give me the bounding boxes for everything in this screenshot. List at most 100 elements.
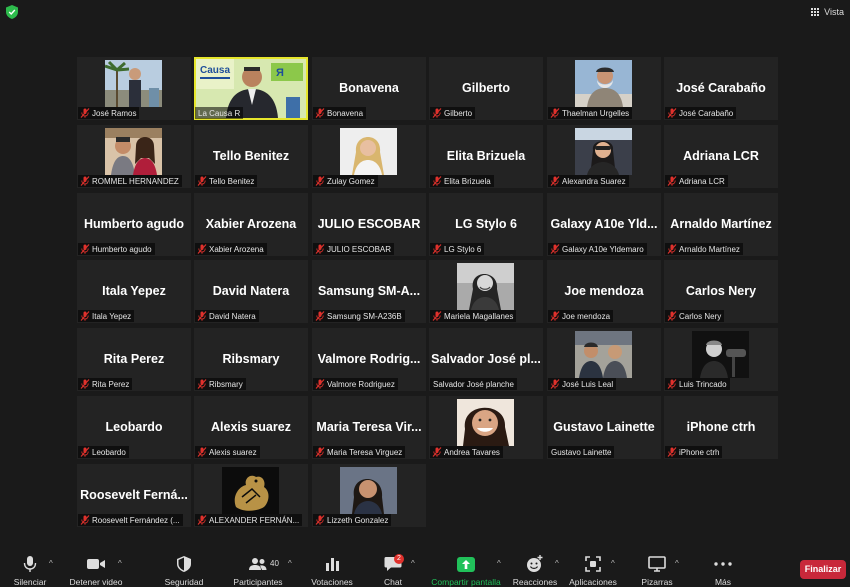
participant-tile[interactable]: Bonavena Bonavena xyxy=(312,57,426,120)
participant-name-bar: Gilberto xyxy=(430,107,476,119)
mute-button[interactable]: Silenciar xyxy=(10,547,50,587)
stop-video-button[interactable]: Detener video xyxy=(67,547,125,587)
whiteboards-options-caret-icon[interactable]: ^ xyxy=(675,559,679,568)
participants-icon xyxy=(249,558,267,570)
participant-tile[interactable]: Joe mendoza Joe mendoza xyxy=(547,260,661,323)
participant-tile[interactable]: JULIO ESCOBAR JULIO ESCOBAR xyxy=(312,193,426,256)
participant-tile[interactable]: Andrea Tavares xyxy=(429,396,543,459)
participant-tile[interactable]: Adriana LCR Adriana LCR xyxy=(664,125,778,188)
svg-text:Я: Я xyxy=(276,67,284,79)
share-screen-button[interactable]: Compartir pantalla xyxy=(428,547,504,587)
chat-options-caret-icon[interactable]: ^ xyxy=(411,559,415,568)
chat-label: Chat xyxy=(384,577,402,587)
participant-tile[interactable]: Alexis suarez Alexis suarez xyxy=(194,396,308,459)
participant-tile[interactable]: Valmore Rodrig... Valmore Rodriguez xyxy=(312,328,426,391)
video-options-caret-icon[interactable]: ^ xyxy=(118,559,122,568)
participant-tile[interactable]: Alexandra Suarez xyxy=(547,125,661,188)
reactions-button[interactable]: Reacciones xyxy=(512,547,558,587)
participant-tile[interactable]: Luis Trincado xyxy=(664,328,778,391)
participant-name-label: Rita Perez xyxy=(92,379,130,389)
participant-tile[interactable]: David Natera David Natera xyxy=(194,260,308,323)
end-meeting-button[interactable]: Finalizar xyxy=(800,560,846,579)
security-button[interactable]: Seguridad xyxy=(162,547,206,587)
participant-video xyxy=(105,60,162,107)
participant-video xyxy=(340,467,397,514)
participant-video xyxy=(457,399,514,446)
participant-name-bar: Bonavena xyxy=(313,107,367,119)
participant-display-name: Tello Benitez xyxy=(212,149,290,163)
participant-tile[interactable]: Ribsmary Ribsmary xyxy=(194,328,308,391)
share-options-caret-icon[interactable]: ^ xyxy=(497,559,501,568)
participant-tile[interactable]: Roosevelt Ferná... Roosevelt Fernández (.… xyxy=(77,464,191,527)
participant-tile[interactable]: Tello Benitez Tello Benitez xyxy=(194,125,308,188)
participant-tile[interactable]: iPhone ctrh iPhone ctrh xyxy=(664,396,778,459)
participant-tile[interactable]: Leobardo Leobardo xyxy=(77,396,191,459)
muted-microphone-icon xyxy=(315,108,325,118)
participant-name-label: Maria Teresa Virguez xyxy=(327,447,403,457)
participant-tile[interactable]: José Carabaño José Carabaño xyxy=(664,57,778,120)
participant-display-name: Xabier Arozena xyxy=(205,217,297,231)
encryption-shield-icon[interactable] xyxy=(6,5,18,19)
muted-microphone-icon xyxy=(197,311,207,321)
polls-button[interactable]: Votaciones xyxy=(308,547,356,587)
participant-tile[interactable]: Lizzeth Gonzalez xyxy=(312,464,426,527)
muted-microphone-icon xyxy=(550,379,560,389)
participant-tile[interactable]: Gustavo Lainette Gustavo Lainette xyxy=(547,396,661,459)
participants-options-caret-icon[interactable]: ^ xyxy=(288,559,292,568)
participant-tile[interactable]: Samsung SM-A... Samsung SM-A236B xyxy=(312,260,426,323)
participant-name-label: Roosevelt Fernández (... xyxy=(92,515,180,525)
apps-options-caret-icon[interactable]: ^ xyxy=(611,559,615,568)
participant-name-bar: José Luis Leal xyxy=(548,378,617,390)
participant-tile[interactable]: Carlos Nery Carlos Nery xyxy=(664,260,778,323)
participant-name-label: Elita Brizuela xyxy=(444,176,491,186)
participant-tile[interactable]: José Luis Leal xyxy=(547,328,661,391)
participant-name-bar: Adriana LCR xyxy=(665,175,728,187)
audio-options-caret-icon[interactable]: ^ xyxy=(49,559,53,568)
participant-tile[interactable]: Salvador José pl... Salvador José planche xyxy=(429,328,543,391)
participant-tile[interactable]: Humberto agudo Humberto agudo xyxy=(77,193,191,256)
participant-tile[interactable]: Gilberto Gilberto xyxy=(429,57,543,120)
chat-button[interactable]: Chat xyxy=(378,547,408,587)
participant-tile[interactable]: LG Stylo 6 LG Stylo 6 xyxy=(429,193,543,256)
participant-name-label: Galaxy A10e Yldemaro xyxy=(562,244,644,254)
participant-name-label: Samsung SM-A236B xyxy=(327,311,402,321)
participant-tile[interactable]: Rita Perez Rita Perez xyxy=(77,328,191,391)
participant-name-bar: Zulay Gomez xyxy=(313,175,378,187)
muted-microphone-icon xyxy=(197,447,207,457)
participant-tile[interactable]: Elita Brizuela Elita Brizuela xyxy=(429,125,543,188)
participant-tile[interactable]: Galaxy A10e Yld... Galaxy A10e Yldemaro xyxy=(547,193,661,256)
muted-microphone-icon xyxy=(80,108,90,118)
participant-tile[interactable]: Mariela Magallanes xyxy=(429,260,543,323)
participant-name-label: Thaelman Urgelles xyxy=(562,108,630,118)
whiteboards-button[interactable]: Pizarras xyxy=(637,547,677,587)
participant-name-label: Luis Trincado xyxy=(679,379,727,389)
muted-microphone-icon xyxy=(197,379,207,389)
participant-tile[interactable]: Maria Teresa Vir... Maria Teresa Virguez xyxy=(312,396,426,459)
reactions-label: Reacciones xyxy=(512,577,558,587)
participant-tile[interactable]: Zulay Gomez xyxy=(312,125,426,188)
participant-name-label: JULIO ESCOBAR xyxy=(327,244,392,254)
participant-display-name: Carlos Nery xyxy=(685,284,757,298)
participant-tile[interactable]: Causa Я La Causa R xyxy=(194,57,308,120)
participant-name-bar: Humberto agudo xyxy=(78,243,155,255)
participant-tile[interactable]: ROMMEL HERNANDEZ xyxy=(77,125,191,188)
view-button[interactable]: Vista xyxy=(811,4,844,20)
participant-tile[interactable]: Itala Yepez Itala Yepez xyxy=(77,260,191,323)
participant-name-bar: Galaxy A10e Yldemaro xyxy=(548,243,647,255)
participant-name-bar: Carlos Nery xyxy=(665,310,725,322)
muted-microphone-icon xyxy=(80,244,90,254)
participant-tile[interactable]: Thaelman Urgelles xyxy=(547,57,661,120)
participant-tile[interactable]: ALEXANDER FERNÁN... xyxy=(194,464,308,527)
participant-name-label: Humberto agudo xyxy=(92,244,152,254)
muted-microphone-icon xyxy=(432,176,442,186)
participant-tile[interactable]: José Ramos xyxy=(77,57,191,120)
participant-tile[interactable]: Arnaldo Martínez Arnaldo Martínez xyxy=(664,193,778,256)
muted-microphone-icon xyxy=(550,108,560,118)
muted-microphone-icon xyxy=(315,311,325,321)
reactions-options-caret-icon[interactable]: ^ xyxy=(555,559,559,568)
muted-microphone-icon xyxy=(432,311,442,321)
participant-tile[interactable]: Xabier Arozena Xabier Arozena xyxy=(194,193,308,256)
participant-display-name: Itala Yepez xyxy=(102,284,166,298)
more-button[interactable]: Más xyxy=(706,547,740,587)
gallery-view-icon xyxy=(811,7,820,17)
